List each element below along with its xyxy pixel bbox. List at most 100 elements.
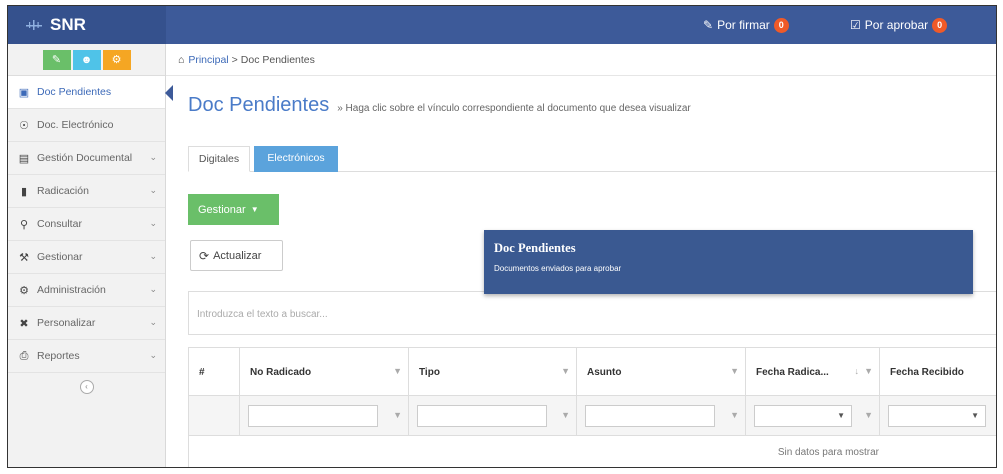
filter-icon[interactable]: ▼ [864, 366, 873, 376]
users-icon[interactable]: ☻ [72, 49, 101, 70]
sidebar-item-gestion-documental[interactable]: ▤ Gestión Documental ⌄ [8, 142, 165, 175]
filter-icon[interactable]: ▼ [393, 410, 402, 420]
file-icon: ▮ [20, 185, 28, 198]
breadcrumb-current: Doc Pendientes [240, 53, 315, 66]
tabs: Digitales Electrónicos [188, 144, 996, 172]
search-icon: ⚲ [19, 218, 29, 231]
filter-input-asunto[interactable] [585, 405, 715, 427]
actualizar-button[interactable]: ⟳ Actualizar [190, 240, 283, 271]
filter-cell-asunto: ▼ [576, 396, 745, 436]
sidebar-item-label: Gestionar [37, 251, 83, 263]
grid-header: # No Radicado ▼ Tipo ▼ Asunto ▼ Fecha Ra… [189, 348, 996, 396]
filter-icon[interactable]: ▼ [561, 366, 570, 376]
wrench-icon: ✖ [19, 317, 29, 330]
filter-cell-fecha-recibido: ▼ [879, 396, 996, 436]
sidebar-item-label: Radicación [37, 185, 89, 197]
sidebar-item-gestionar[interactable]: ⚒ Gestionar ⌄ [8, 241, 165, 274]
column-header-no-radicado[interactable]: No Radicado ▼ [239, 348, 408, 396]
page-subtitle: » Haga clic sobre el vínculo correspondi… [337, 103, 691, 114]
filter-cell-no-radicado: ▼ [239, 396, 408, 436]
checkbox-icon: ☑ [850, 18, 861, 32]
sidebar-item-label: Doc. Electrónico [37, 119, 114, 131]
tab-electronicos[interactable]: Electrónicos [254, 146, 338, 172]
page-title: Doc Pendientes [188, 94, 330, 116]
home-icon: ⌂ [178, 53, 185, 66]
por-aprobar-badge: 0 [932, 17, 948, 33]
sidebar-item-label: Consultar [37, 218, 82, 230]
filter-select-fecha-radicado[interactable]: ▼ [754, 405, 852, 427]
column-header-index[interactable]: # [189, 348, 239, 396]
sidebar: ✎ ☻ ⚙ ▣ Doc Pendientes ☉ Doc. Electrónic… [8, 44, 173, 467]
tooltip-title: Doc Pendientes [494, 241, 576, 255]
main-content: ⌂ Principal > Doc Pendientes Doc Pendien… [166, 44, 996, 467]
logo-icon [24, 15, 44, 35]
pencil-icon[interactable]: ✎ [42, 49, 71, 70]
por-firmar-label: Por firmar [717, 18, 770, 32]
tooltip-text: Documentos enviados para aprobar [494, 264, 622, 273]
search-input[interactable] [197, 304, 477, 324]
filter-icon[interactable]: ▼ [994, 366, 996, 376]
grid-filter-row: ▼ ▼ ▼ ▼ ▼ ▼ [189, 396, 996, 436]
filter-icon[interactable]: ▼ [730, 410, 739, 420]
sidebar-item-label: Administración [37, 284, 106, 296]
chevron-down-icon: ⌄ [149, 251, 157, 261]
actualizar-label: Actualizar [213, 249, 262, 262]
sidebar-item-personalizar[interactable]: ✖ Personalizar ⌄ [8, 307, 165, 340]
sidebar-item-doc-electronico[interactable]: ☉ Doc. Electrónico [8, 109, 165, 142]
sidebar-item-reportes[interactable]: ⎙ Reportes ⌄ [8, 340, 165, 373]
inbox-icon: ▣ [18, 86, 30, 99]
gestionar-button[interactable]: Gestionar ▼ [188, 194, 279, 225]
column-label: # [199, 366, 205, 378]
column-label: Fecha Recibido [890, 366, 964, 378]
page-header: Doc Pendientes » Haga clic sobre el vínc… [188, 94, 691, 117]
column-label: Tipo [419, 366, 440, 378]
filter-cell-index [189, 396, 239, 436]
sort-down-icon[interactable]: ↓ [855, 366, 860, 376]
chevron-down-icon: ⌄ [149, 218, 157, 228]
breadcrumb-home-link[interactable]: Principal [188, 54, 228, 66]
gavel-icon: ⚒ [19, 251, 29, 264]
filter-icon[interactable]: ▼ [393, 366, 402, 376]
por-aprobar-button[interactable]: ☑ Por aprobar 0 [850, 15, 948, 35]
filter-icon[interactable]: ▼ [561, 410, 570, 420]
filter-select-fecha-recibido[interactable]: ▼ [888, 405, 986, 427]
documents-icon: ▤ [18, 152, 30, 165]
filter-input-tipo[interactable] [417, 405, 547, 427]
tooltip: Doc Pendientes Documentos enviados para … [484, 230, 973, 294]
chevron-down-icon: ⌄ [149, 185, 157, 195]
sidebar-item-label: Personalizar [37, 317, 96, 329]
sidebar-item-label: Reportes [37, 350, 80, 362]
filter-icon[interactable]: ▼ [864, 410, 873, 420]
column-label: Asunto [587, 366, 622, 378]
caret-down-icon: ▼ [971, 411, 979, 420]
chevron-down-icon: ⌄ [149, 350, 157, 360]
app-window: SNR ✎ Por firmar 0 ☑ Por aprobar 0 ✎ ☻ ⚙… [7, 5, 997, 468]
por-firmar-badge: 0 [773, 17, 789, 33]
gears-icon[interactable]: ⚙ [102, 49, 131, 70]
sidebar-item-label: Doc Pendientes [37, 86, 112, 98]
filter-cell-tipo: ▼ [408, 396, 576, 436]
filter-icon[interactable]: ▼ [730, 366, 739, 376]
column-header-tipo[interactable]: Tipo ▼ [408, 348, 576, 396]
gestionar-label: Gestionar [198, 203, 246, 216]
chevron-down-icon: ⌄ [149, 152, 157, 162]
refresh-icon: ⟳ [199, 248, 210, 263]
search-panel [188, 291, 996, 335]
collapse-icon[interactable]: ‹ [79, 380, 94, 394]
tab-digitales[interactable]: Digitales [188, 146, 250, 172]
globe-icon: ☉ [19, 119, 29, 132]
sidebar-item-radicacion[interactable]: ▮ Radicación ⌄ [8, 175, 165, 208]
column-header-fecha-radicado[interactable]: Fecha Radica... ↓ ▼ [745, 348, 879, 396]
column-header-fecha-recibido[interactable]: Fecha Recibido ▼ [879, 348, 996, 396]
por-firmar-button[interactable]: ✎ Por firmar 0 [703, 15, 789, 35]
column-header-asunto[interactable]: Asunto ▼ [576, 348, 745, 396]
filter-input-no-radicado[interactable] [248, 405, 378, 427]
data-grid: # No Radicado ▼ Tipo ▼ Asunto ▼ Fecha Ra… [188, 347, 996, 467]
sidebar-item-consultar[interactable]: ⚲ Consultar ⌄ [8, 208, 165, 241]
sidebar-item-administracion[interactable]: ⚙ Administración ⌄ [8, 274, 165, 307]
sidebar-item-doc-pendientes[interactable]: ▣ Doc Pendientes [8, 76, 173, 109]
chevron-down-icon: ⌄ [149, 317, 157, 327]
breadcrumb: ⌂ Principal > Doc Pendientes [166, 44, 996, 76]
column-label: Fecha Radica... [756, 366, 829, 378]
brand[interactable]: SNR [8, 6, 166, 44]
